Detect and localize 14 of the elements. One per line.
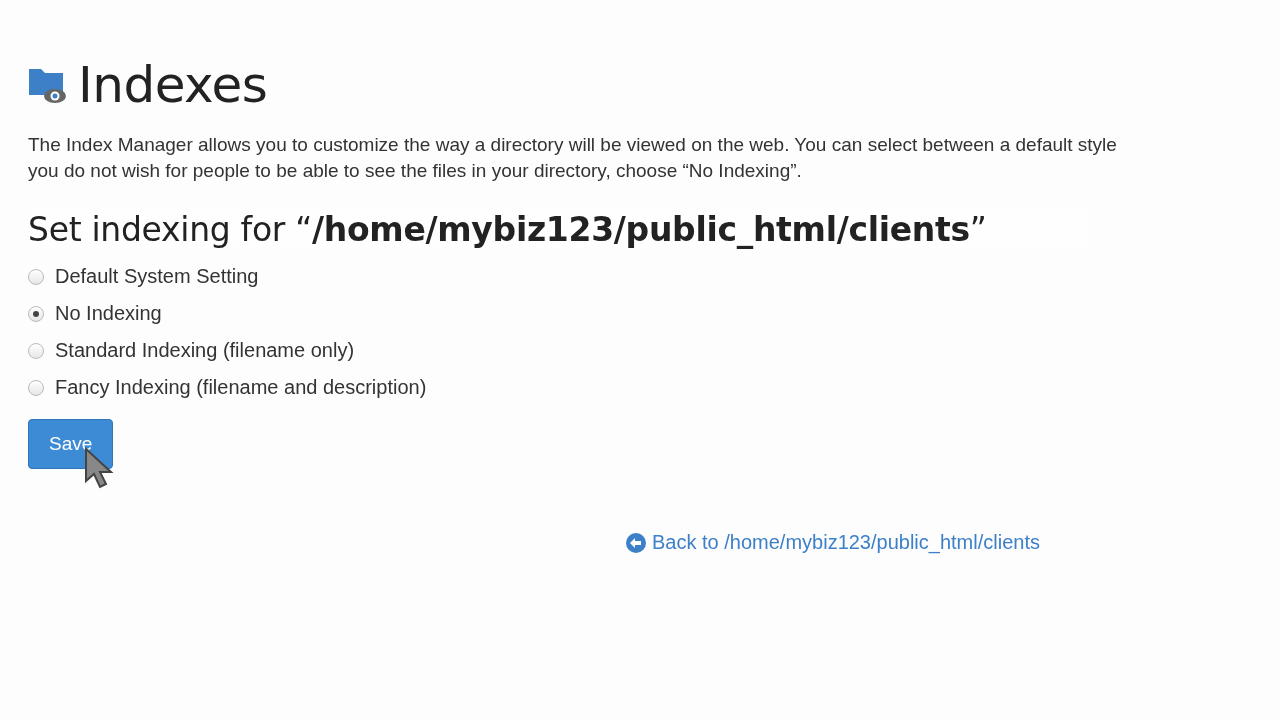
description-text: you do not wish for people to be able to see the files in your directory, choose “No Indexing”. — [28, 159, 802, 183]
save-button[interactable]: Save — [28, 419, 114, 469]
radio-button[interactable] — [28, 305, 44, 322]
description-text: The Index Manager allows you to customize the way a directory will be viewed on the web. You can select between a default style — [28, 133, 1117, 157]
radio-option[interactable]: Fancy Indexing (filename and description) — [28, 376, 427, 399]
radio-button[interactable] — [28, 342, 44, 359]
radio-option[interactable]: Default System Setting — [28, 265, 259, 288]
page-title: Indexes — [78, 56, 268, 114]
section-heading: Set indexing for “/home/mybiz123/public_html/clients” — [28, 210, 987, 249]
radio-button[interactable] — [28, 379, 44, 396]
back-link[interactable]: Back to /home/mybiz123/public_html/clients — [626, 531, 1040, 554]
radio-option[interactable]: No Indexing — [28, 302, 162, 325]
radio-button[interactable] — [28, 268, 44, 285]
radio-option[interactable]: Standard Indexing (filename only) — [28, 339, 355, 362]
